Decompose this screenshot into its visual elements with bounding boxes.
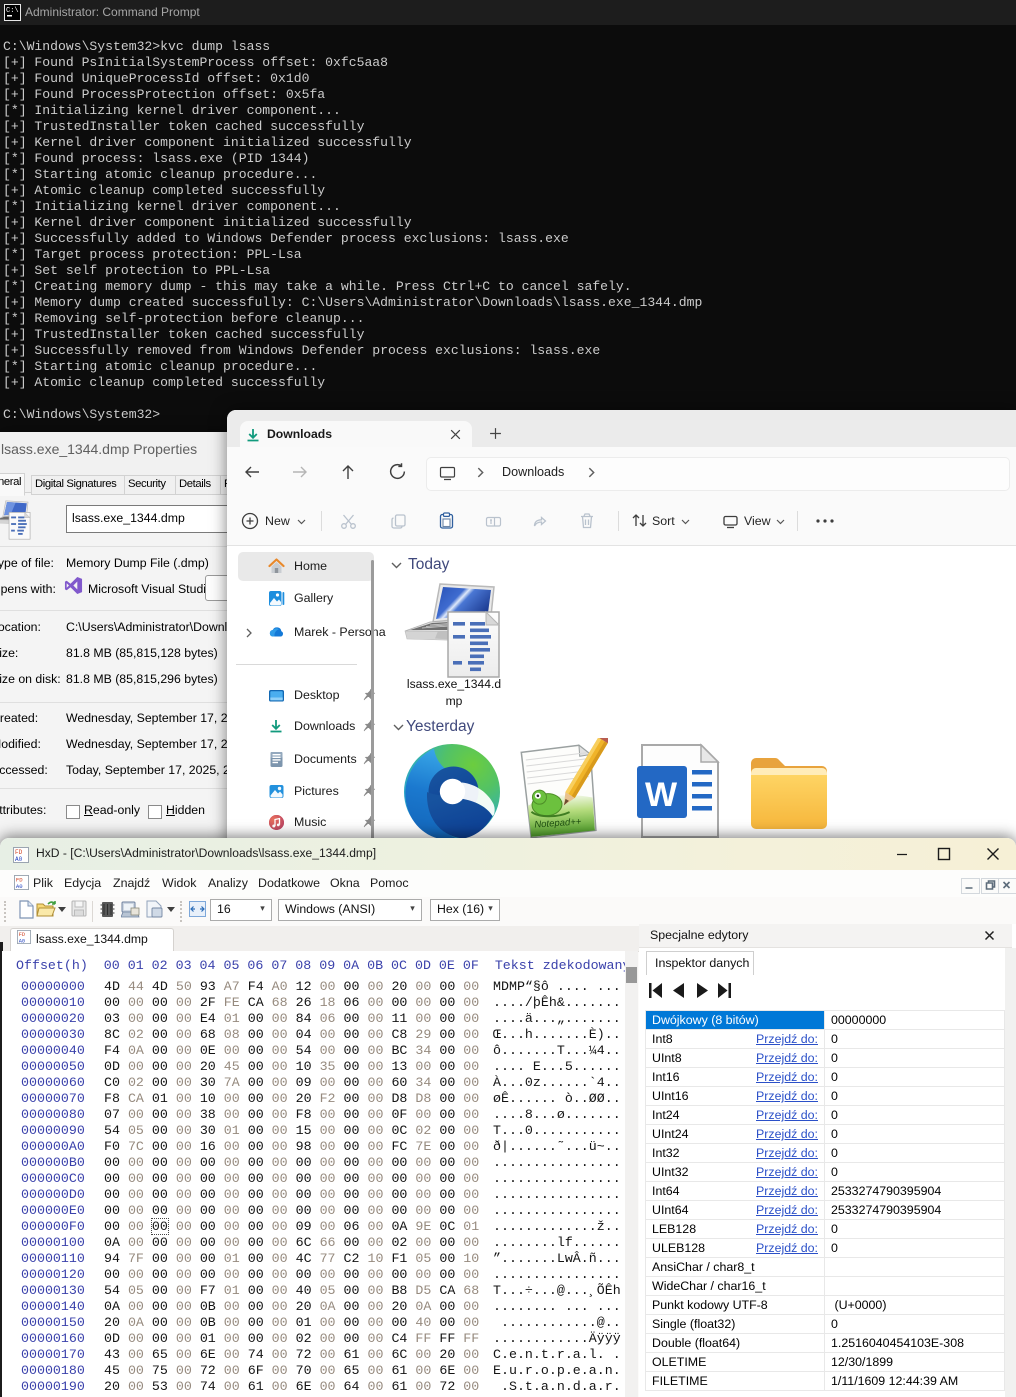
svg-text:W: W [645, 776, 678, 814]
svg-text:FD: FD [19, 932, 25, 938]
svg-text:A0: A0 [19, 938, 25, 944]
svg-text:A0: A0 [16, 883, 23, 890]
svg-text:FD: FD [15, 849, 23, 856]
svg-text:A0: A0 [15, 856, 23, 863]
svg-text:C:\: C:\ [6, 7, 19, 15]
